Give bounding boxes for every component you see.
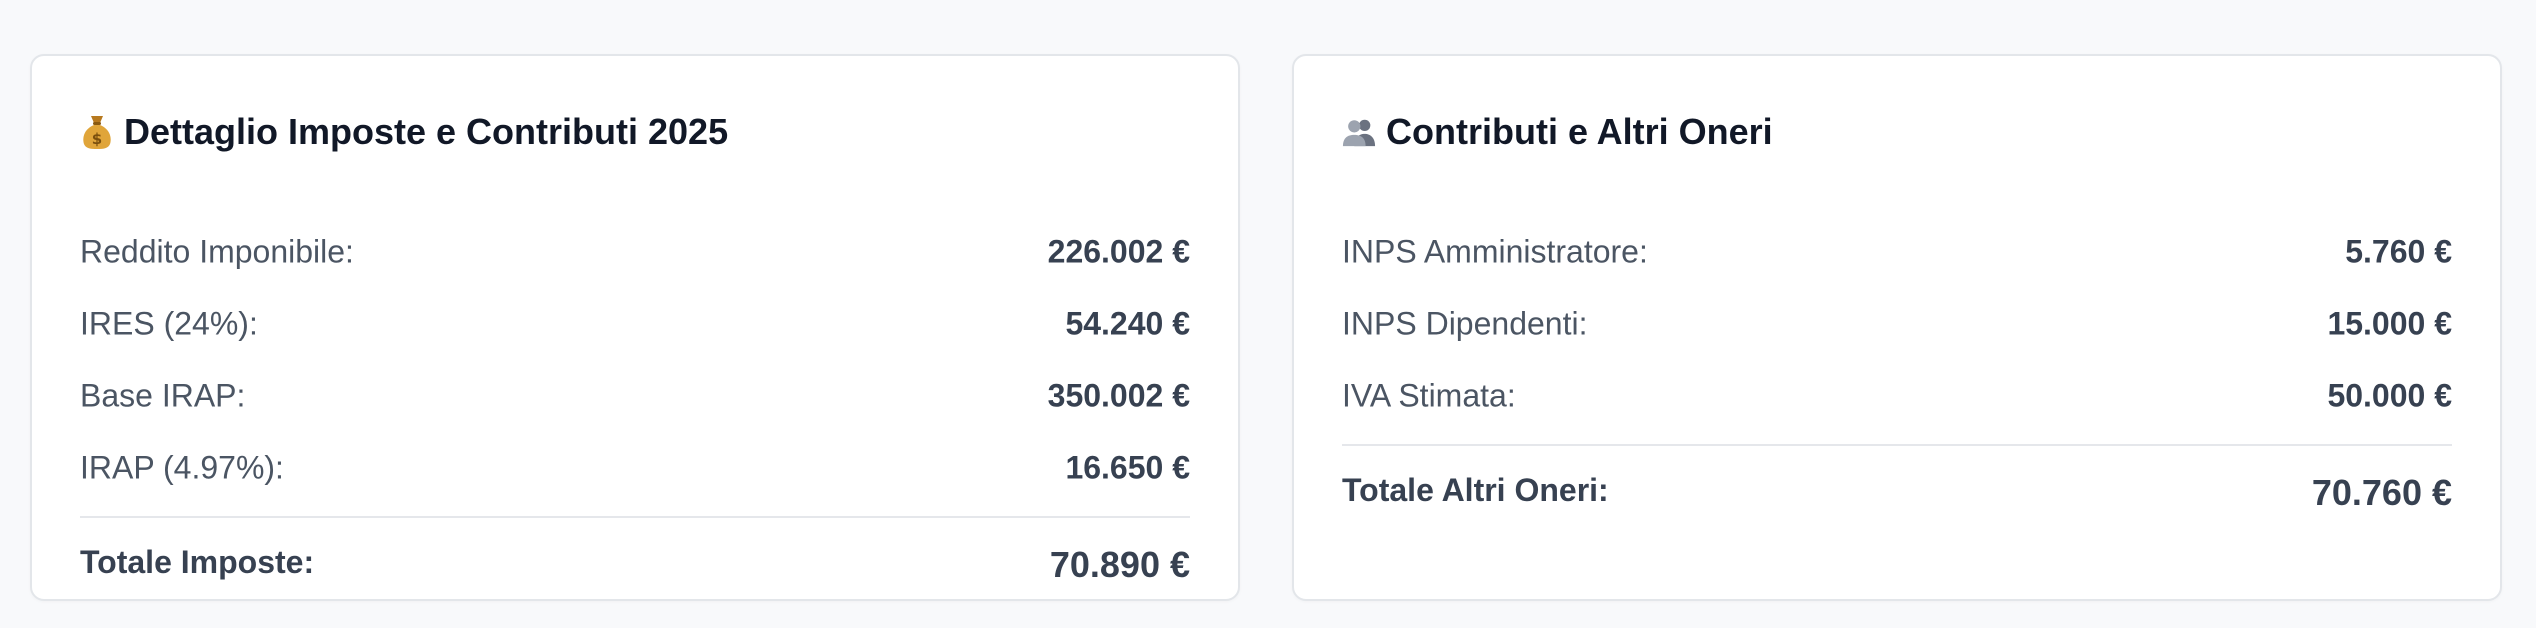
row-base-irap: Base IRAP: 350.002 € bbox=[80, 360, 1190, 432]
people-icon bbox=[1342, 113, 1376, 151]
other-charges-title-text: Contributi e Altri Oneri bbox=[1386, 111, 1773, 152]
row-iva-stimata: IVA Stimata: 50.000 € bbox=[1342, 360, 2452, 432]
row-irap: IRAP (4.97%): 16.650 € bbox=[80, 432, 1190, 504]
row-label: INPS Amministratore: bbox=[1342, 233, 1648, 270]
total-altri-oneri-row: Totale Altri Oneri: 70.760 € bbox=[1342, 446, 2452, 536]
money-bag-icon: $ bbox=[80, 113, 114, 151]
other-charges-card: Contributi e Altri Oneri INPS Amministra… bbox=[1292, 54, 2502, 601]
row-value: 50.000 € bbox=[2327, 377, 2452, 414]
total-value: 70.890 € bbox=[1049, 544, 1190, 585]
svg-text:$: $ bbox=[92, 130, 102, 148]
row-label: Reddito Imponibile: bbox=[80, 233, 354, 270]
tax-detail-title-text: Dettaglio Imposte e Contributi 2025 bbox=[124, 111, 729, 152]
row-label: IRAP (4.97%): bbox=[80, 449, 284, 486]
total-label: Totale Imposte: bbox=[80, 544, 315, 580]
row-reddito-imponibile: Reddito Imponibile: 226.002 € bbox=[80, 216, 1190, 288]
row-label: Base IRAP: bbox=[80, 377, 246, 414]
row-ires: IRES (24%): 54.240 € bbox=[80, 288, 1190, 360]
row-value: 15.000 € bbox=[2327, 305, 2452, 342]
total-label: Totale Altri Oneri: bbox=[1342, 472, 1609, 508]
row-value: 54.240 € bbox=[1065, 305, 1190, 342]
row-value: 226.002 € bbox=[1047, 233, 1190, 270]
row-label: IVA Stimata: bbox=[1342, 377, 1516, 414]
row-label: IRES (24%): bbox=[80, 305, 258, 342]
total-imposte-row: Totale Imposte: 70.890 € bbox=[80, 518, 1190, 608]
tax-detail-rows: Reddito Imponibile: 226.002 € IRES (24%)… bbox=[80, 216, 1190, 608]
row-value: 350.002 € bbox=[1047, 377, 1190, 414]
other-charges-rows: INPS Amministratore: 5.760 € INPS Dipend… bbox=[1342, 216, 2452, 536]
total-value: 70.760 € bbox=[2311, 472, 2452, 513]
other-charges-title: Contributi e Altri Oneri bbox=[1342, 111, 1773, 153]
row-value: 16.650 € bbox=[1065, 449, 1190, 486]
row-value: 5.760 € bbox=[2345, 233, 2452, 270]
tax-detail-card: $ Dettaglio Imposte e Contributi 2025 Re… bbox=[30, 54, 1240, 601]
row-inps-dipendenti: INPS Dipendenti: 15.000 € bbox=[1342, 288, 2452, 360]
row-inps-amministratore: INPS Amministratore: 5.760 € bbox=[1342, 216, 2452, 288]
tax-detail-title: $ Dettaglio Imposte e Contributi 2025 bbox=[80, 111, 728, 153]
row-label: INPS Dipendenti: bbox=[1342, 305, 1588, 342]
